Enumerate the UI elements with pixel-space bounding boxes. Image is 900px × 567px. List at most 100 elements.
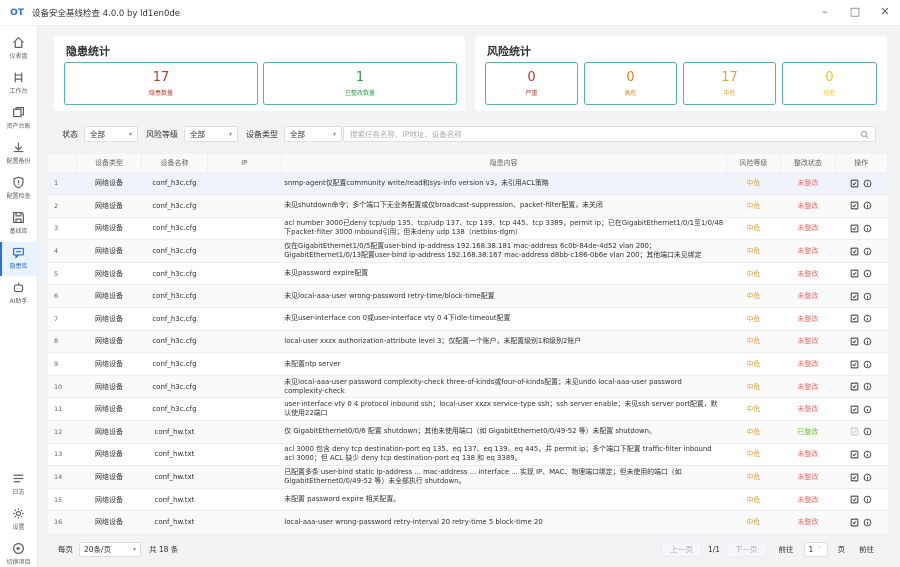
info-icon[interactable]: [863, 405, 872, 414]
chevron-down-icon: ▾: [228, 130, 232, 138]
risk-critical-card: 0 严重: [485, 62, 578, 105]
col-header-issue[interactable]: 隐患内容: [281, 154, 727, 173]
sidebar-item-hazards[interactable]: 隐患库: [0, 242, 37, 276]
table-row[interactable]: 15 网络设备 conf_hw.txt 未配置 password expire 相关配…: [48, 488, 888, 512]
sidebar-item-workbench[interactable]: 工作台: [0, 67, 37, 101]
row-ip: [207, 284, 282, 309]
table-row[interactable]: 4 网络设备 conf_h3c.cfg 仅在GigabitEthernet1/0/5配…: [48, 239, 888, 263]
check-square-icon[interactable]: [850, 247, 859, 256]
hazard-count-card: 17 隐患数量: [64, 62, 258, 105]
info-icon[interactable]: [863, 473, 872, 482]
check-square-icon[interactable]: [850, 314, 859, 323]
table-row[interactable]: 1 网络设备 conf_h3c.cfg snmp-agent仅配置community …: [48, 172, 888, 196]
sidebar-item-settings[interactable]: 设置: [0, 503, 37, 537]
check-square-icon[interactable]: [850, 450, 859, 459]
check-square-icon[interactable]: [850, 269, 859, 278]
sidebar-item-switch-project[interactable]: 切换项目: [0, 538, 37, 567]
col-header-device-type[interactable]: 设备类型: [76, 154, 143, 173]
check-square-icon[interactable]: [850, 337, 859, 346]
table-row[interactable]: 14 网络设备 conf_hw.txt 已配置多条 user-bind static …: [48, 465, 888, 489]
sidebar-item-log[interactable]: 日志: [0, 468, 37, 502]
row-index: 5: [48, 262, 77, 286]
row-device-name: conf_hw.txt: [141, 510, 208, 533]
table-row[interactable]: 7 网络设备 conf_h3c.cfg 未见user-interface con 0或…: [48, 307, 888, 331]
sidebar-item-label: 基线库: [9, 228, 28, 235]
table-row[interactable]: 8 网络设备 conf_h3c.cfg local-user xxzx authori…: [48, 330, 888, 354]
check-square-icon[interactable]: [850, 518, 859, 527]
next-page-button[interactable]: 下一页: [726, 541, 767, 557]
sidebar-item-baseline[interactable]: 基线库: [0, 207, 37, 241]
sidebar-item-label: AI助手: [9, 298, 28, 305]
sidebar-item-check[interactable]: 配置检查: [0, 172, 37, 206]
info-icon[interactable]: [863, 224, 872, 233]
maximize-button[interactable]: □: [840, 0, 870, 22]
col-header-device-name[interactable]: 设备名称: [141, 154, 208, 173]
table-row[interactable]: 9 网络设备 conf_h3c.cfg 未配置ntp server 中危 未整改: [48, 352, 888, 376]
search-input[interactable]: [350, 129, 860, 139]
sidebar-item-backup[interactable]: 配置备份: [0, 137, 37, 171]
goto-page-input[interactable]: 1 ⌃: [803, 541, 828, 557]
row-issue: 未见local-aaa-user password complexity-che…: [281, 375, 727, 399]
table-row[interactable]: 11 网络设备 conf_h3c.cfg user-interface vty 0 4…: [48, 397, 888, 422]
check-square-icon[interactable]: [850, 201, 859, 210]
hazard-count-label: 隐患数量: [148, 90, 173, 97]
devtype-filter-select[interactable]: 全部 ▾: [284, 126, 342, 142]
stepper-icon[interactable]: ⌃: [817, 546, 821, 552]
per-page-select[interactable]: 20条/页 ▾: [79, 541, 141, 557]
info-icon[interactable]: [863, 314, 872, 323]
prev-page-button[interactable]: 上一页: [661, 541, 702, 557]
row-risk: 中危: [726, 262, 781, 286]
table-row[interactable]: 10 网络设备 conf_h3c.cfg 未见local-aaa-user passw…: [48, 375, 888, 399]
table-row[interactable]: 6 网络设备 conf_h3c.cfg 未见local-aaa-user wrong-…: [48, 284, 888, 309]
info-icon[interactable]: [863, 382, 872, 391]
check-square-icon[interactable]: [850, 495, 859, 504]
row-device-type: 网络设备: [76, 397, 142, 422]
risk-filter-value: 全部: [190, 129, 205, 139]
table-row[interactable]: 12 网络设备 conf_hw.txt 仅 GigabitEthernet0/0/6 …: [48, 420, 888, 444]
info-icon[interactable]: [863, 518, 872, 527]
risk-medium-label: 中危: [723, 90, 736, 97]
sidebar-item-ai[interactable]: AI助手: [0, 277, 37, 311]
table-row[interactable]: 5 网络设备 conf_h3c.cfg 未见password expire配置 中危 未整…: [48, 262, 888, 286]
check-square-icon[interactable]: [850, 427, 859, 436]
minimize-button[interactable]: –: [810, 0, 840, 22]
table-row[interactable]: 13 网络设备 conf_hw.txt acl 3000 包含 deny tcp de…: [48, 443, 888, 467]
info-icon[interactable]: [863, 269, 872, 278]
check-square-icon[interactable]: [850, 382, 859, 391]
check-square-icon[interactable]: [850, 473, 859, 482]
hazard-stats-panel: 隐患统计 17 隐患数量 1 已整改数量: [54, 36, 465, 111]
goto-button[interactable]: 前往: [859, 544, 874, 555]
table-row[interactable]: 3 网络设备 conf_h3c.cfg acl number 3000已deny tc…: [48, 217, 888, 241]
col-header-ip[interactable]: IP: [207, 154, 282, 173]
info-icon[interactable]: [863, 337, 872, 346]
sidebar-item-dashboard[interactable]: 仪表盘: [0, 32, 37, 66]
hazard-table: 设备类型 设备名称 IP 隐患内容 风险等级 整改状态 操作 1 网络设备 conf…: [48, 154, 888, 533]
info-icon[interactable]: [863, 179, 872, 188]
close-button[interactable]: ✕: [870, 0, 900, 22]
info-icon[interactable]: [863, 427, 872, 436]
check-square-icon[interactable]: [850, 292, 859, 301]
row-ip: [207, 330, 282, 354]
page-unit: 页: [837, 544, 846, 554]
status-filter-select[interactable]: 全部 ▾: [84, 126, 138, 142]
col-header-status[interactable]: 整改状态: [780, 154, 836, 173]
check-square-icon[interactable]: [850, 179, 859, 188]
table-row[interactable]: 16 网络设备 conf_hw.txt local-aaa-user wrong-pa…: [48, 510, 888, 533]
info-icon[interactable]: [863, 247, 872, 256]
check-square-icon[interactable]: [850, 405, 859, 414]
row-ops: [835, 352, 888, 376]
col-header-risk[interactable]: 风险等级: [726, 154, 782, 173]
robot-icon: [13, 282, 24, 293]
check-square-icon[interactable]: [850, 224, 859, 233]
info-icon[interactable]: [863, 360, 872, 369]
info-icon[interactable]: [863, 495, 872, 504]
row-status: 未整改: [780, 307, 836, 331]
info-icon[interactable]: [863, 201, 872, 210]
table-row[interactable]: 2 网络设备 conf_h3c.cfg 未见shutdown命令；多个端口下无业务配置…: [48, 194, 888, 218]
check-square-icon[interactable]: [850, 360, 859, 369]
sidebar-item-assets[interactable]: 资产台账: [0, 102, 37, 136]
search-icon[interactable]: [860, 130, 869, 139]
info-icon[interactable]: [863, 292, 872, 301]
risk-filter-select[interactable]: 全部 ▾: [184, 126, 238, 142]
info-icon[interactable]: [863, 450, 872, 459]
